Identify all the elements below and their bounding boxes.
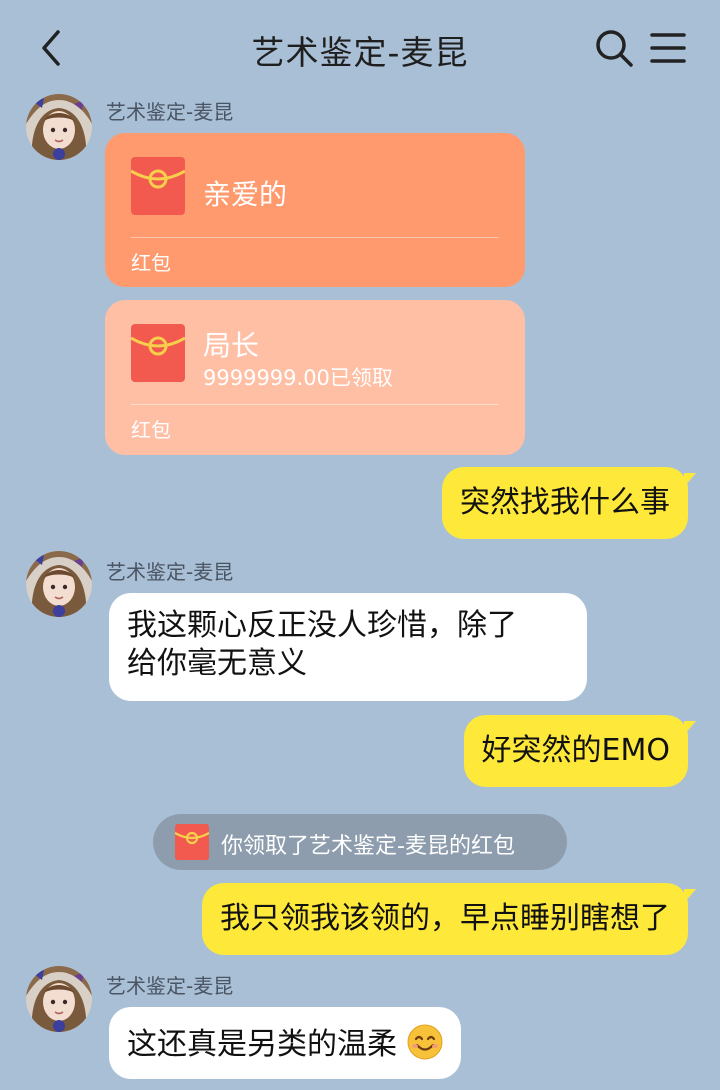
message-text-line: 给你毫无意义	[127, 646, 307, 681]
system-notice: 你领取了艺术鉴定-麦昆的红包	[153, 814, 567, 870]
notice-text: 你领取了艺术鉴定-麦昆的红包	[221, 834, 515, 859]
message-text: 好突然的EMO	[481, 733, 670, 768]
my-message-bubble[interactable]: 我只领我该领的，早点睡别瞎想了	[202, 883, 696, 955]
red-packet-title: 亲爱的	[203, 178, 288, 211]
menu-icon	[650, 33, 686, 63]
their-message-bubble[interactable]: 我这颗心反正没人珍惜，除了 给你毫无意义	[109, 593, 587, 701]
red-packet-card[interactable]: 局长 9999999.00已领取 红包	[105, 300, 525, 455]
red-packet-label: 红包	[131, 418, 171, 442]
sender-name: 艺术鉴定-麦昆	[106, 560, 234, 584]
red-packet-icon	[131, 157, 185, 215]
my-message-bubble[interactable]: 好突然的EMO	[463, 715, 697, 787]
smiling-face-icon	[407, 1024, 443, 1060]
message-text: 突然找我什么事	[460, 485, 670, 520]
red-packet-icon	[175, 824, 209, 860]
red-packet-title: 局长	[203, 329, 260, 362]
divider	[131, 237, 499, 238]
search-button[interactable]	[594, 28, 634, 68]
red-packet-label: 红包	[131, 251, 171, 275]
divider	[131, 404, 499, 405]
contact-avatar[interactable]	[26, 94, 92, 160]
red-packet-icon	[131, 324, 185, 382]
sender-name: 艺术鉴定-麦昆	[106, 100, 234, 124]
contact-avatar[interactable]	[26, 966, 92, 1032]
chat-header: 艺术鉴定-麦昆	[0, 0, 720, 92]
contact-avatar[interactable]	[26, 551, 92, 617]
message-text: 我只领我该领的，早点睡别瞎想了	[220, 901, 670, 936]
message-text: 这还真是另类的温柔	[127, 1027, 397, 1062]
message-text-line: 我这颗心反正没人珍惜，除了	[127, 608, 517, 643]
red-packet-card[interactable]: 亲爱的 红包	[105, 133, 525, 287]
my-message-bubble[interactable]: 突然找我什么事	[442, 467, 696, 539]
their-message-bubble[interactable]: 这还真是另类的温柔	[109, 1007, 461, 1079]
search-icon	[596, 30, 633, 67]
sender-name: 艺术鉴定-麦昆	[106, 974, 234, 998]
red-packet-amount: 9999999.00已领取	[203, 366, 393, 390]
menu-button[interactable]	[650, 30, 686, 66]
